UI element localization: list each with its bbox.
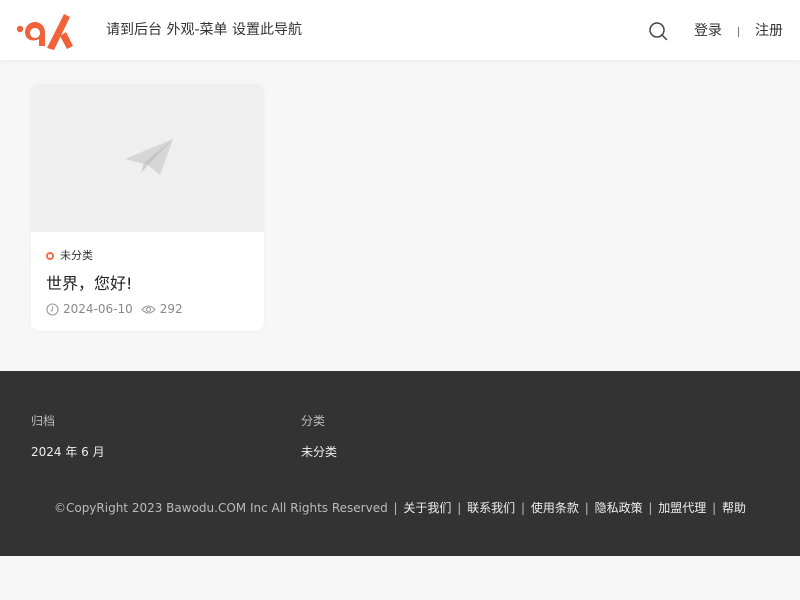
category-dot-icon (46, 252, 54, 260)
category-label: 未分类 (60, 249, 93, 262)
footer-archive-title: 归档 (31, 414, 56, 428)
post-thumbnail[interactable] (31, 84, 264, 232)
clock-icon (46, 302, 59, 316)
site-header: 请到后台 外观-菜单 设置此导航 登录 注册 (0, 0, 800, 60)
nav-placeholder-text: 请到后台 外观-菜单 设置此导航 (106, 22, 302, 38)
copyright-line: ©CopyRight 2023 Bawodu.COM Inc All Right… (53, 501, 747, 515)
post-meta: 2024-06-10 292 (46, 301, 183, 317)
footer-category-title: 分类 (301, 414, 326, 428)
footer-link-help[interactable]: 帮助 (722, 501, 746, 515)
site-footer: 归档 2024 年 6 月 分类 未分类 ©CopyRight 2023 Baw… (0, 371, 800, 556)
post-date: 2024-06-10 (63, 302, 133, 316)
post-card[interactable]: 未分类 世界，您好! 2024-06-10 292 (31, 84, 264, 331)
footer-link-contact[interactable]: 联系我们 (467, 501, 515, 515)
footer-link-privacy[interactable]: 隐私政策 (595, 501, 643, 515)
eye-icon (140, 304, 156, 314)
post-title[interactable]: 世界，您好! (46, 273, 132, 295)
copyright-text: ©CopyRight 2023 Bawodu.COM Inc All Right… (53, 501, 388, 515)
views-count: 292 (159, 302, 183, 316)
page-bottom (0, 556, 800, 600)
search-icon[interactable] (648, 21, 668, 41)
post-category[interactable]: 未分类 (46, 249, 93, 263)
paper-plane-icon (125, 139, 173, 175)
footer-link-franchise[interactable]: 加盟代理 (658, 501, 706, 515)
footer-link-terms[interactable]: 使用条款 (531, 501, 579, 515)
divider (738, 27, 739, 37)
footer-category-link[interactable]: 未分类 (301, 444, 337, 460)
login-link[interactable]: 登录 (694, 21, 722, 41)
register-link[interactable]: 注册 (755, 21, 783, 41)
footer-archive-link[interactable]: 2024 年 6 月 (31, 444, 105, 460)
post-views: 292 (140, 301, 183, 317)
footer-link-about[interactable]: 关于我们 (403, 501, 451, 515)
brand-logo-icon[interactable] (16, 8, 74, 52)
